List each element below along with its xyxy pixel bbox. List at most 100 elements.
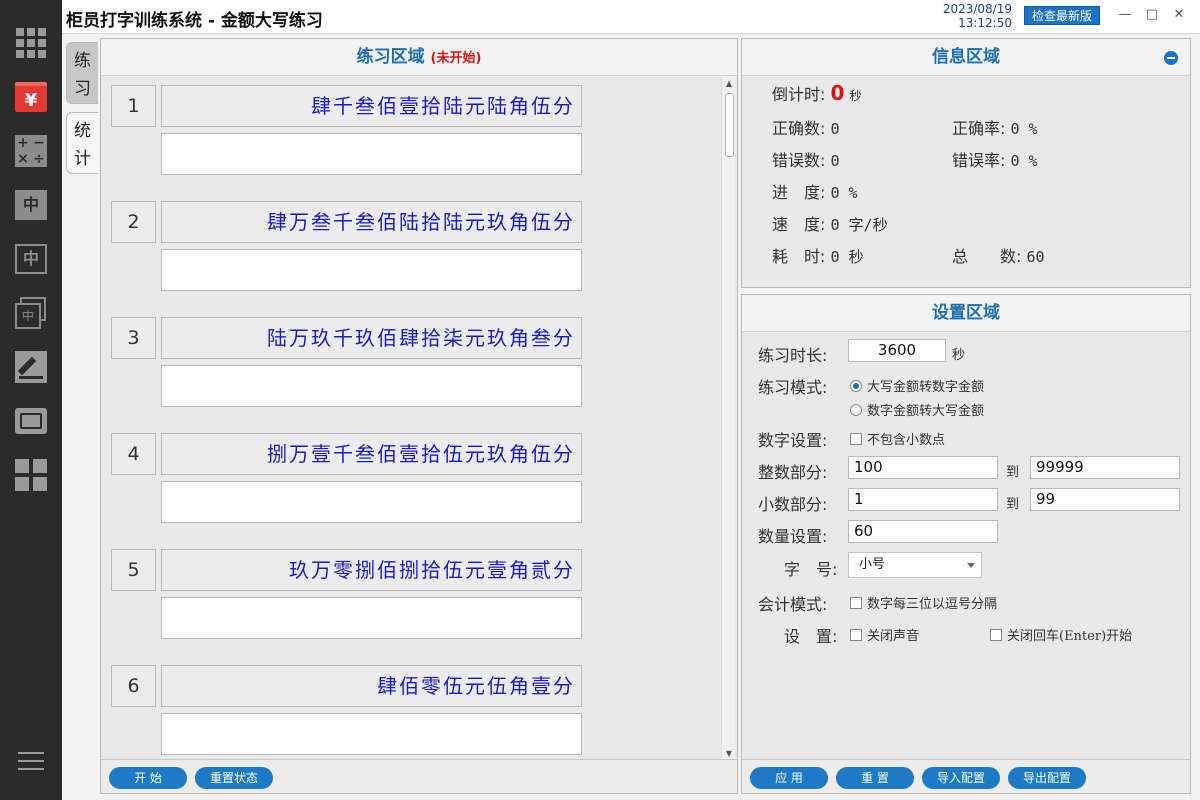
progress-label: 进 度: (772, 183, 826, 202)
grid-menu-icon[interactable] (14, 26, 48, 60)
answer-input[interactable] (161, 713, 582, 755)
font-size-select[interactable]: 小号 (848, 552, 982, 578)
font-size-value: 小号 (859, 557, 886, 572)
cash-icon[interactable] (14, 404, 48, 438)
mode-option-2[interactable]: 数字金额转大写金额 (850, 400, 984, 419)
correct-value: 0 (830, 120, 840, 138)
hamburger-menu-icon[interactable] (14, 744, 48, 778)
collapse-icon[interactable] (1164, 51, 1178, 65)
misc-settings-label: 设 置: (784, 627, 838, 646)
answer-input[interactable] (161, 249, 582, 291)
tab-practice-label: 练习 (74, 51, 91, 99)
item-number: 6 (111, 665, 156, 707)
total-row: 总 数: 60 (952, 243, 1045, 267)
settings-header: 设置区域 (742, 295, 1190, 332)
decimal-from-input[interactable]: 1 (848, 488, 998, 511)
settings-footer: 应 用 重 置 导入配置 导出配置 (742, 759, 1190, 793)
mute-option-label: 关闭声音 (867, 629, 920, 644)
integer-part-label: 整数部分: (758, 463, 828, 482)
error-rate-value: 0 % (1010, 152, 1038, 170)
integer-from-input[interactable]: 100 (848, 456, 998, 479)
accounting-option-label: 数字每三位以逗号分隔 (867, 597, 998, 612)
item-number: 2 (111, 201, 156, 243)
yuan-icon[interactable]: ¥ (14, 80, 48, 114)
amount-text: 肆千叁佰壹拾陆元陆角伍分 (161, 85, 582, 127)
datetime-display: 2023/08/19 13:12:50 (930, 2, 1012, 30)
radio-unchecked-icon[interactable] (850, 404, 862, 416)
amount-text: 陆万玖千玖佰肆拾柒元玖角叁分 (161, 317, 582, 359)
answer-input[interactable] (161, 597, 582, 639)
info-header: 信息区域 (742, 39, 1190, 76)
info-panel: 信息区域 倒计时: 0 秒 正确数: 0 正确率: 0 % 错误数: 0 错误率… (741, 38, 1191, 288)
minimize-icon[interactable]: — (1114, 4, 1136, 26)
checkbox-icon[interactable] (850, 433, 862, 445)
countdown-row: 倒计时: 0 秒 (772, 81, 862, 105)
title-bar: 柜员打字训练系统 - 金额大写练习 2023/08/19 13:12:50 检查… (0, 0, 1200, 34)
reset-status-button[interactable]: 重置状态 (195, 767, 273, 789)
apply-button[interactable]: 应 用 (750, 767, 828, 789)
chinese-char-outline-icon[interactable]: 中 (14, 242, 48, 276)
practice-scrollbar[interactable]: ▲ ▼ (721, 77, 735, 761)
decimal-to-input[interactable]: 99 (1030, 488, 1180, 511)
countdown-unit: 秒 (849, 89, 862, 103)
checkbox-icon[interactable] (850, 597, 862, 609)
mute-option[interactable]: 关闭声音 (850, 625, 919, 644)
scroll-thumb[interactable] (725, 93, 734, 157)
quantity-input[interactable]: 60 (848, 520, 998, 543)
duration-label: 练习时长: (758, 346, 828, 365)
amount-text: 玖万零捌佰捌拾伍元壹角贰分 (161, 549, 582, 591)
tab-practice[interactable]: 练习 (66, 42, 98, 104)
mode-option-2-label: 数字金额转大写金额 (867, 404, 985, 419)
error-label: 错误数: (772, 151, 826, 170)
radio-checked-icon[interactable] (850, 380, 862, 392)
close-icon[interactable]: ✕ (1168, 4, 1190, 26)
answer-input[interactable] (161, 365, 582, 407)
import-config-button[interactable]: 导入配置 (922, 767, 1000, 789)
settings-panel: 设置区域 练习时长: 3600 秒 练习模式: 大写金额转数字金额 数字金额转大… (741, 294, 1191, 794)
start-button[interactable]: 开 始 (109, 767, 187, 789)
scroll-up-icon[interactable]: ▲ (722, 77, 736, 91)
checkbox-icon[interactable] (850, 629, 862, 641)
item-number: 4 (111, 433, 156, 475)
decimal-part-label: 小数部分: (758, 495, 828, 514)
integer-to-input[interactable]: 99999 (1030, 456, 1180, 479)
answer-input[interactable] (161, 481, 582, 523)
enter-option-label: 关闭回车(Enter)开始 (1007, 629, 1133, 644)
maximize-icon[interactable]: □ (1141, 4, 1163, 26)
mode-label: 练习模式: (758, 378, 828, 397)
elapsed-row: 耗 时: 0 秒 (772, 243, 864, 267)
practice-title: 练习区域 (356, 47, 425, 67)
correct-label: 正确数: (772, 119, 826, 138)
no-decimal-option[interactable]: 不包含小数点 (850, 429, 945, 448)
calculator-icon[interactable]: + − × ÷ (14, 134, 48, 168)
chinese-char-filled-icon[interactable]: 中 (14, 188, 48, 222)
duration-input[interactable]: 3600 (848, 339, 946, 362)
elapsed-label: 耗 时: (772, 247, 826, 266)
decimal-to-label: 到 (1006, 497, 1020, 512)
export-config-button[interactable]: 导出配置 (1008, 767, 1086, 789)
enter-option[interactable]: 关闭回车(Enter)开始 (990, 625, 1132, 644)
accounting-option[interactable]: 数字每三位以逗号分隔 (850, 593, 997, 612)
practice-panel: 练习区域 (未开始) 1 肆千叁佰壹拾陆元陆角伍分 2 肆万叁千叁佰陆拾陆元玖角… (100, 38, 738, 794)
speed-value: 0 字/秒 (830, 216, 888, 234)
check-update-button[interactable]: 检查最新版 (1024, 6, 1100, 25)
quantity-label: 数量设置: (758, 527, 828, 546)
answer-input[interactable] (161, 133, 582, 175)
tab-statistics[interactable]: 统计 (66, 112, 98, 174)
no-decimal-label: 不包含小数点 (867, 433, 946, 448)
accounting-label: 会计模式: (758, 595, 828, 614)
total-label: 总 数: (952, 247, 1022, 266)
left-sidebar: ¥ + − × ÷ 中 中 中 (0, 0, 62, 800)
item-number: 3 (111, 317, 156, 359)
apps-grid-icon[interactable] (14, 458, 48, 492)
reset-button[interactable]: 重 置 (836, 767, 914, 789)
duration-unit: 秒 (952, 348, 966, 363)
edit-icon[interactable] (14, 350, 48, 384)
checkbox-icon[interactable] (990, 629, 1002, 641)
chinese-char-stack-icon[interactable]: 中 (14, 296, 48, 330)
time-text: 13:12:50 (958, 16, 1012, 30)
error-value: 0 (830, 152, 840, 170)
mode-option-1[interactable]: 大写金额转数字金额 (850, 376, 984, 395)
correct-rate-value: 0 % (1010, 120, 1038, 138)
error-rate-label: 错误率: (952, 151, 1006, 170)
